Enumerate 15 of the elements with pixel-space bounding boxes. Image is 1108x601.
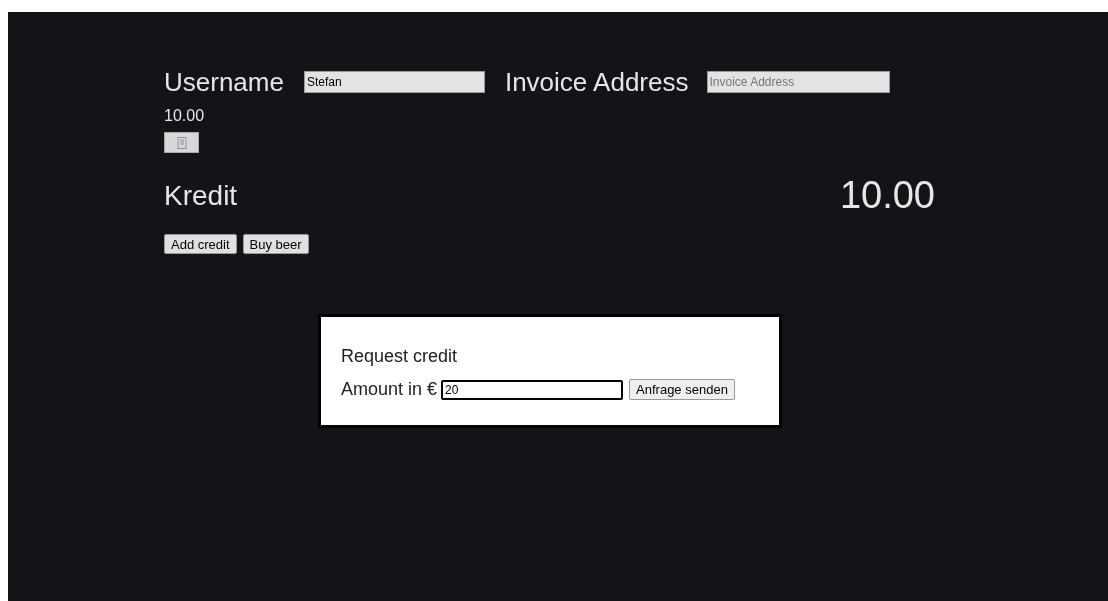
username-field[interactable]: Stefan bbox=[303, 71, 485, 93]
action-button[interactable]: Add credit bbox=[164, 234, 237, 254]
credit-label: Kredit bbox=[164, 178, 238, 213]
balance-text: 10.00 bbox=[164, 106, 206, 126]
invoice-address-label: Invoice Address bbox=[504, 65, 689, 99]
username-label: Username bbox=[164, 65, 284, 99]
receipt-icon bbox=[176, 136, 187, 149]
dialog-title: Request credit bbox=[341, 345, 459, 368]
action-button[interactable]: Buy beer bbox=[242, 234, 309, 254]
receipt-button[interactable] bbox=[164, 132, 199, 153]
amount-field[interactable]: 20 bbox=[441, 379, 624, 400]
credit-amount: 10.00 bbox=[839, 173, 935, 218]
send-request-button[interactable]: Anfrage senden bbox=[629, 379, 735, 400]
amount-label: Amount in € bbox=[341, 378, 438, 401]
invoice-address-field[interactable]: Invoice Address bbox=[706, 71, 890, 93]
